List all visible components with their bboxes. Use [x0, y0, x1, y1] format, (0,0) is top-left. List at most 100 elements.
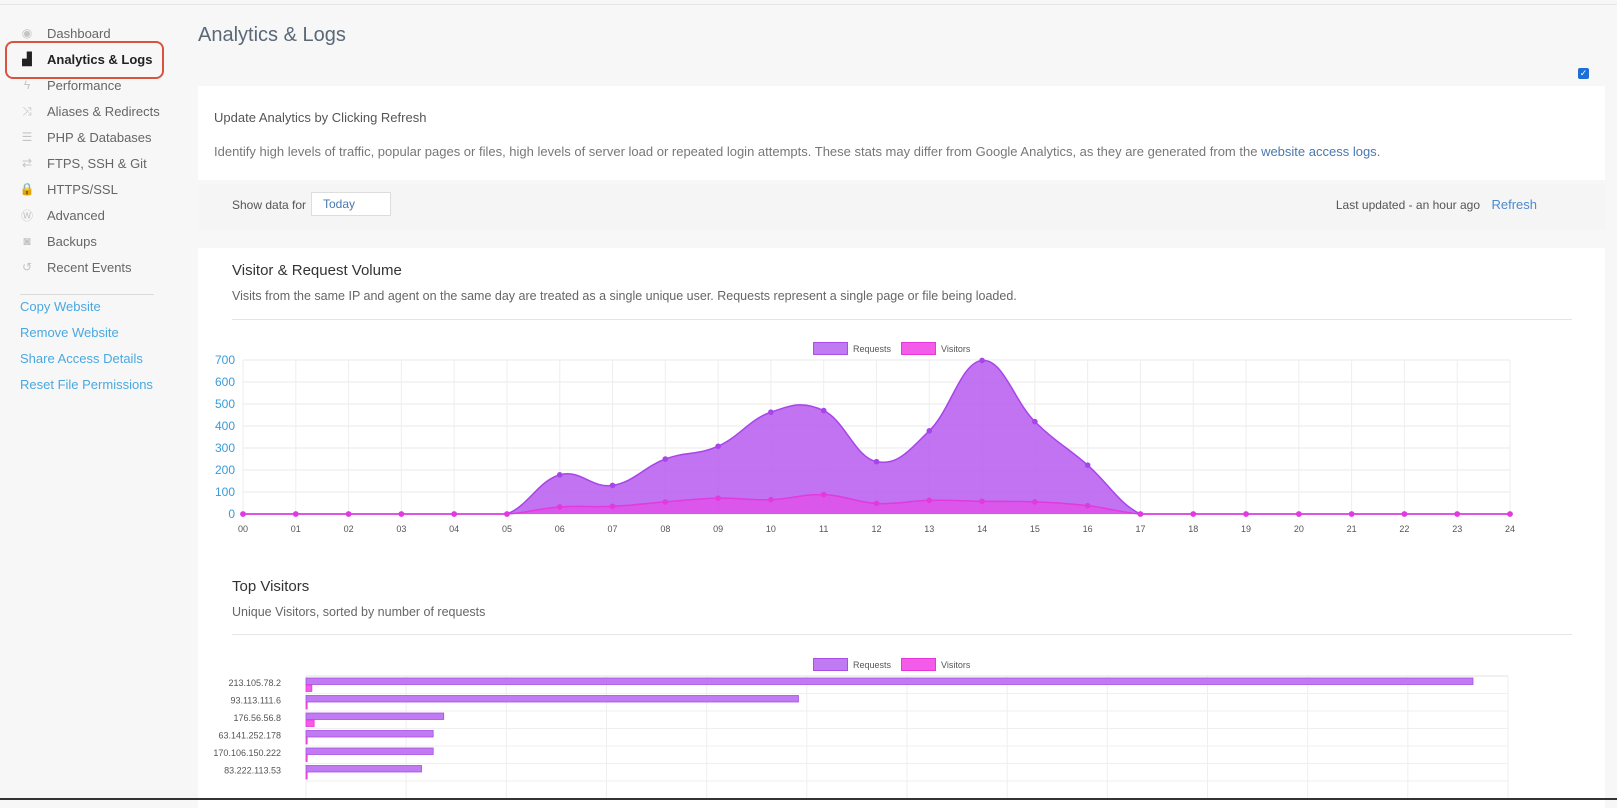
sidebar-item-https-ssl[interactable]: 🔒 HTTPS/SSL — [20, 177, 118, 201]
gauge-icon: ◉ — [21, 26, 33, 40]
y-tick-label: 100 — [215, 485, 235, 499]
data-point-visitors — [1454, 511, 1461, 517]
sidebar-item-advanced[interactable]: Ⓦ Advanced — [20, 203, 105, 227]
data-point-requests — [1084, 462, 1091, 468]
data-point-visitors — [1190, 511, 1197, 517]
data-point-visitors — [451, 511, 457, 517]
x-tick-label: 04 — [449, 524, 459, 534]
y-tick-label: 500 — [215, 397, 235, 411]
sidebar-item-recent-events[interactable]: ↺ Recent Events — [20, 255, 132, 279]
date-range-select[interactable]: Today — [311, 192, 391, 216]
x-tick-label: 15 — [1030, 524, 1040, 534]
database-icon: ☰ — [21, 130, 33, 144]
sidebar-item-label: Advanced — [47, 207, 105, 223]
bar-requests — [305, 695, 799, 703]
data-point-visitors — [398, 511, 405, 517]
show-data-label: Show data for — [232, 198, 307, 212]
volume-divider — [232, 319, 1572, 320]
data-point-requests — [609, 482, 616, 489]
sidebar-item-performance[interactable]: ϟ Performance — [20, 73, 122, 97]
data-point-visitors — [662, 499, 669, 505]
x-tick-label: 01 — [291, 524, 301, 534]
sidebar-item-aliases-redirects[interactable]: ⤨ Aliases & Redirects — [20, 99, 160, 123]
data-point-visitors — [1401, 511, 1408, 517]
last-updated-text: Last updated - an hour ago — [1335, 198, 1480, 212]
x-tick-label: 10 — [766, 524, 776, 534]
sidebar-item-label: Backups — [47, 233, 97, 249]
volume-description: Visits from the same IP and agent on the… — [232, 289, 1017, 303]
sidebar-link-reset-file-permissions[interactable]: Reset File Permissions — [20, 377, 153, 392]
y-tick-label: 400 — [215, 419, 235, 433]
shuffle-icon: ⤨ — [22, 103, 32, 118]
data-point-visitors — [1084, 502, 1091, 509]
toggle-checkbox[interactable]: ✓ — [1578, 68, 1589, 79]
sidebar-item-label: Performance — [47, 77, 122, 93]
sidebar-item-php-databases[interactable]: ☰ PHP & Databases — [20, 125, 152, 149]
top-visitors-divider — [232, 634, 1572, 635]
y-tick-label: 600 — [215, 375, 235, 389]
sidebar-link-share-access-details[interactable]: Share Access Details — [20, 351, 143, 366]
wordpress-icon: Ⓦ — [20, 208, 33, 223]
volume-title: Visitor & Request Volume — [232, 262, 402, 279]
bar-visitors — [305, 772, 308, 780]
x-tick-label: 23 — [1452, 524, 1462, 534]
bar-visitors — [305, 737, 308, 745]
top-visitors-bar-chart: 213.105.78.2 93.113.111.6 176.56.56.8 63.14… — [213, 675, 1509, 798]
history-icon: ↺ — [21, 260, 33, 274]
x-tick-label: 16 — [1083, 524, 1093, 534]
bar-requests — [305, 730, 434, 738]
lock-icon: 🔒 — [19, 182, 35, 196]
data-point-requests — [1032, 418, 1038, 425]
sidebar-item-analytics-logs[interactable]: ▟ Analytics & Logs — [20, 47, 152, 71]
bar-visitors — [305, 719, 315, 727]
category-label: 93.113.111.6 — [230, 696, 281, 706]
data-point-visitors — [1137, 511, 1144, 517]
sidebar-divider — [20, 294, 154, 295]
sidebar-item-label: Aliases & Redirects — [47, 103, 160, 119]
sidebar-item-label: PHP & Databases — [47, 129, 152, 145]
data-point-visitors — [820, 491, 827, 498]
x-tick-label: 02 — [344, 524, 354, 534]
access-logs-link[interactable]: website access logs — [1261, 144, 1377, 159]
data-point-requests — [873, 458, 880, 465]
x-tick-label: 21 — [1347, 524, 1357, 534]
bar-visitors — [305, 754, 308, 762]
x-tick-label: 09 — [713, 524, 723, 534]
data-point-requests — [979, 357, 985, 364]
data-point-visitors — [926, 497, 933, 504]
y-tick-label: 0 — [228, 507, 235, 521]
data-point-visitors — [504, 511, 510, 517]
x-tick-label: 11 — [819, 524, 828, 534]
x-tick-label: 18 — [1188, 524, 1198, 534]
data-point-requests — [662, 456, 669, 462]
data-point-visitors — [292, 511, 299, 517]
data-point-visitors — [1243, 511, 1249, 517]
sidebar-item-backups[interactable]: ◙ Backups — [20, 229, 97, 253]
bar-requests — [305, 765, 422, 773]
data-point-visitors — [345, 511, 352, 517]
bar-requests — [305, 712, 445, 720]
sidebar-link-remove-website[interactable]: Remove Website — [20, 325, 119, 340]
bar-requests — [305, 677, 1474, 685]
sidebar-item-dashboard[interactable]: ◉ Dashboard — [20, 21, 111, 45]
info-desc-end: . — [1376, 144, 1381, 159]
x-tick-label: 07 — [608, 524, 618, 534]
info-desc-text: Identify high levels of traffic, popular… — [214, 144, 1262, 159]
sidebar-item-label: Recent Events — [47, 259, 132, 275]
data-point-requests — [820, 407, 827, 414]
x-tick-label: 14 — [977, 524, 987, 534]
x-tick-label: 08 — [660, 524, 670, 534]
x-tick-label: 19 — [1241, 524, 1251, 534]
sidebar-item-ftps-ssh-git[interactable]: ⇄ FTPS, SSH & Git — [20, 151, 147, 175]
refresh-button[interactable]: Refresh — [1491, 197, 1537, 212]
category-label: 213.105.78.2 — [228, 678, 281, 688]
x-tick-label: 22 — [1399, 524, 1409, 534]
data-point-requests — [768, 409, 774, 415]
bar-visitors — [305, 684, 313, 692]
sidebar-link-copy-website[interactable]: Copy Website — [20, 299, 101, 314]
sidebar-item-label: Dashboard — [47, 25, 111, 41]
data-point-requests — [926, 428, 933, 434]
volume-area-chart: 0 100 200 300 400 500 600 700 00 01 02 03 04 05 06 07 08… — [215, 353, 1515, 534]
content-panel: Visitor & Request Volume Visits from the… — [198, 248, 1605, 808]
exchange-icon: ⇄ — [21, 156, 33, 170]
